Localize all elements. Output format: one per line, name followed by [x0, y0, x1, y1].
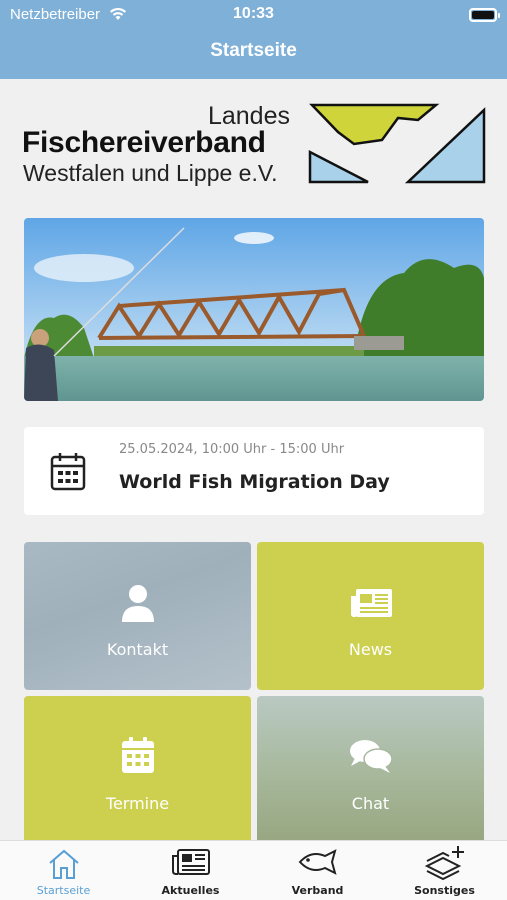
tile-news-label: News [348, 640, 393, 659]
tab-startseite[interactable]: Startseite [0, 841, 127, 900]
person-icon [121, 585, 154, 622]
tile-chat-label: Chat [351, 794, 390, 813]
chat-bubbles-icon [349, 740, 393, 773]
association-logo: Landes Fischereiverband Westfalen und Li… [22, 98, 487, 190]
tab-bar: Startseite Aktuelles Verband Sonstiges [0, 840, 507, 900]
top-bar: Netzbetreiber 10:33 Startseite [0, 0, 507, 79]
status-bar: Netzbetreiber 10:33 [0, 4, 507, 26]
tab-verband-label: Verband [291, 884, 344, 897]
tile-chat[interactable]: Chat [257, 696, 484, 846]
event-title: World Fish Migration Day [119, 471, 390, 493]
tab-sonstiges-label: Sonstiges [414, 884, 475, 897]
tile-kontakt-label: Kontakt [106, 640, 169, 659]
home-icon [48, 849, 79, 879]
page-title: Startseite [210, 40, 297, 61]
tile-termine-label: Termine [105, 794, 170, 813]
tab-verband[interactable]: Verband [254, 841, 381, 900]
logo-line-3: Westfalen und Lippe e.V. [23, 160, 278, 186]
newspaper-icon [350, 589, 392, 617]
newspaper-icon [171, 849, 210, 875]
logo-emblem-icon [308, 103, 486, 184]
tile-news[interactable]: News [257, 542, 484, 690]
clock: 10:33 [233, 5, 274, 22]
tab-sonstiges[interactable]: Sonstiges [381, 841, 507, 900]
hero-image [24, 218, 484, 401]
tile-termine[interactable]: Termine [24, 696, 251, 846]
logo-line-2: Fischereiverband [22, 126, 266, 159]
tab-aktuelles-label: Aktuelles [161, 884, 220, 897]
tab-aktuelles[interactable]: Aktuelles [127, 841, 254, 900]
event-card[interactable]: 25.05.2024, 10:00 Uhr - 15:00 Uhr World … [24, 427, 484, 515]
calendar-icon [121, 737, 154, 773]
layers-plus-icon [424, 846, 464, 881]
event-date: 25.05.2024, 10:00 Uhr - 15:00 Uhr [119, 442, 345, 457]
battery-icon [469, 8, 500, 22]
tile-kontakt[interactable]: Kontakt [24, 542, 251, 690]
tab-startseite-label: Startseite [36, 884, 91, 897]
calendar-icon [50, 453, 86, 491]
fish-icon [298, 849, 337, 875]
